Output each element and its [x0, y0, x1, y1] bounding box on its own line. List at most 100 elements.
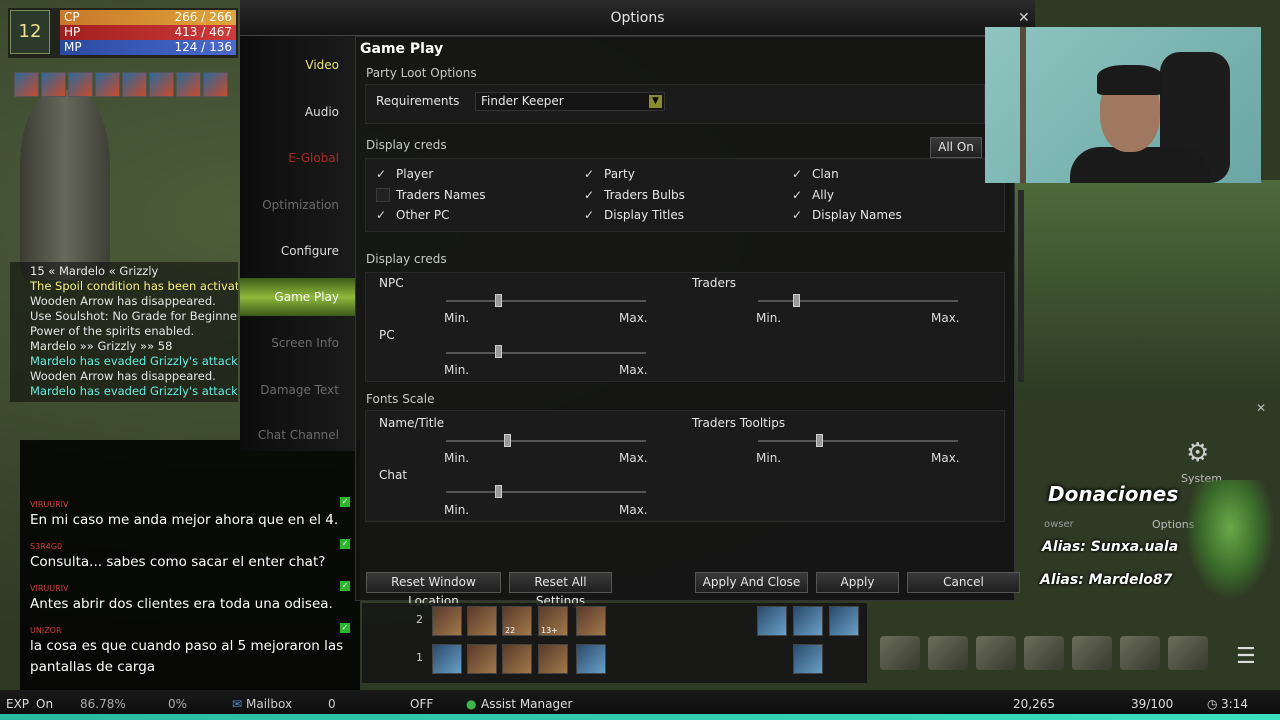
- tab-screen-info[interactable]: Screen Info: [240, 324, 355, 362]
- tab-audio[interactable]: Audio: [240, 93, 355, 131]
- tab-chat-channel[interactable]: Chat Channel: [240, 416, 355, 454]
- buff-icon[interactable]: [14, 72, 39, 97]
- npc-slider-handle[interactable]: [495, 294, 502, 307]
- checkbox-ally[interactable]: ✓ Ally: [792, 188, 834, 202]
- buff-icon[interactable]: [68, 72, 93, 97]
- streamer-hair: [1097, 65, 1163, 95]
- traders-slider-handle[interactable]: [793, 294, 800, 307]
- skill-slot[interactable]: [757, 606, 787, 636]
- traders-slider[interactable]: [758, 300, 958, 302]
- buff-icon[interactable]: [176, 72, 201, 97]
- reset-window-location-button[interactable]: Reset Window Location: [366, 572, 501, 608]
- cancel-button[interactable]: Cancel: [907, 572, 1020, 593]
- reset-all-settings-button[interactable]: Reset All Settings: [509, 572, 612, 608]
- name-title-slider-handle[interactable]: [504, 434, 511, 447]
- chat-font-slider[interactable]: [446, 491, 646, 493]
- exp-on-toggle[interactable]: On: [36, 697, 53, 711]
- npc-slider[interactable]: [446, 300, 646, 302]
- menu-icon[interactable]: [880, 636, 920, 670]
- checkbox-party[interactable]: ✓ Party: [584, 167, 635, 181]
- close-icon[interactable]: ✕: [1018, 10, 1030, 26]
- mailbox-label[interactable]: Mailbox: [246, 697, 292, 711]
- pc-slider-handle[interactable]: [495, 345, 502, 358]
- tab-configure[interactable]: Configure: [240, 232, 355, 270]
- menu-icon[interactable]: [1024, 636, 1064, 670]
- mp-label: MP: [64, 40, 82, 54]
- checkbox-display-names[interactable]: ✓ Display Names: [792, 208, 902, 222]
- skill-slot[interactable]: [793, 644, 823, 674]
- skill-slot[interactable]: 13+: [538, 606, 568, 636]
- hotbar-row-number: 1: [416, 651, 423, 664]
- buff-icon[interactable]: [149, 72, 174, 97]
- stream-text: Consulta... sabes como sacar el enter ch…: [30, 554, 326, 570]
- second-percent: 0%: [168, 697, 188, 711]
- checkbox-clan[interactable]: ✓ Clan: [792, 167, 839, 181]
- chat-line: Wooden Arrow has disappeared.: [30, 294, 216, 308]
- buff-icon[interactable]: [203, 72, 228, 97]
- traders-tooltips-slider-handle[interactable]: [816, 434, 823, 447]
- tab-optimization[interactable]: Optimization: [240, 186, 355, 224]
- system-chat[interactable]: 15 « Mardelo « Grizzly The Spoil conditi…: [10, 262, 238, 402]
- requirements-select[interactable]: Finder Keeper ▼: [475, 92, 665, 111]
- pc-slider[interactable]: [446, 352, 646, 354]
- checkbox-player[interactable]: ✓ Player: [376, 167, 433, 181]
- hamburger-menu-icon[interactable]: ☰: [1236, 644, 1256, 669]
- stream-username: UNIZOR: [30, 626, 62, 635]
- tab-e-global[interactable]: E-Global: [240, 139, 355, 177]
- skill-slot[interactable]: [467, 606, 497, 636]
- skill-slot[interactable]: [432, 606, 462, 636]
- menu-icon[interactable]: [976, 636, 1016, 670]
- menu-icon[interactable]: [928, 636, 968, 670]
- chat-font-slider-handle[interactable]: [495, 485, 502, 498]
- mail-icon[interactable]: ✉: [232, 697, 242, 711]
- traders-label: Traders: [692, 276, 737, 290]
- skill-slot[interactable]: [502, 644, 532, 674]
- tab-video[interactable]: Video: [240, 46, 355, 84]
- menu-icon[interactable]: [1168, 636, 1208, 670]
- skill-slot[interactable]: [467, 644, 497, 674]
- hp-value: 413 / 467: [174, 25, 232, 39]
- checkbox-label: Player: [396, 167, 434, 181]
- skill-slot[interactable]: [829, 606, 859, 636]
- panel-scrollbar[interactable]: [1018, 190, 1024, 382]
- tab-damage-text[interactable]: Damage Text: [240, 371, 355, 409]
- checkbox-display-titles[interactable]: ✓ Display Titles: [584, 208, 684, 222]
- traders-tooltips-slider[interactable]: [758, 440, 958, 442]
- window-title: Options: [610, 10, 665, 26]
- skill-slot[interactable]: [432, 644, 462, 674]
- check-icon: ✓: [792, 188, 803, 202]
- main-menu-icons: [880, 636, 1280, 676]
- buff-icon[interactable]: [95, 72, 120, 97]
- chat-line: Power of the spirits enabled.: [30, 324, 195, 338]
- assist-manager-button[interactable]: Assist Manager: [481, 697, 572, 711]
- checkbox-traders-names[interactable]: Traders Names: [376, 188, 486, 202]
- npc-label: NPC: [379, 276, 404, 290]
- checkbox-other-pc[interactable]: ✓ Other PC: [376, 208, 450, 222]
- checkbox-traders-bulbs[interactable]: ✓ Traders Bulbs: [584, 188, 685, 202]
- apply-and-close-button[interactable]: Apply And Close: [695, 572, 808, 593]
- all-on-button[interactable]: All On: [930, 137, 982, 158]
- stream-text: Antes abrir dos clientes era toda una od…: [30, 596, 333, 612]
- player-level: 12: [10, 10, 50, 54]
- skill-slot[interactable]: [793, 606, 823, 636]
- buff-icon[interactable]: [122, 72, 147, 97]
- skill-slot[interactable]: 22: [502, 606, 532, 636]
- slot-count: 13+: [541, 626, 558, 635]
- apply-button[interactable]: Apply: [816, 572, 899, 593]
- skill-slot[interactable]: [538, 644, 568, 674]
- assist-icon[interactable]: ●: [466, 697, 476, 711]
- close-icon[interactable]: ✕: [1256, 401, 1266, 415]
- options-window-titlebar[interactable]: Options: [240, 0, 1035, 36]
- menu-icon[interactable]: [1072, 636, 1112, 670]
- skill-slot[interactable]: [576, 644, 606, 674]
- gear-icon[interactable]: ⚙: [1186, 438, 1209, 468]
- tab-game-play[interactable]: Game Play: [240, 278, 355, 316]
- buff-icon[interactable]: [41, 72, 66, 97]
- exp-progress-bar: [0, 714, 1280, 720]
- chat-line: The Spoil condition has been activated: [30, 279, 238, 293]
- auto-toggle-off[interactable]: OFF: [410, 697, 433, 711]
- skill-slot[interactable]: [576, 606, 606, 636]
- menu-icon[interactable]: [1120, 636, 1160, 670]
- chevron-down-icon[interactable]: ▼: [649, 95, 662, 108]
- name-title-slider[interactable]: [446, 440, 646, 442]
